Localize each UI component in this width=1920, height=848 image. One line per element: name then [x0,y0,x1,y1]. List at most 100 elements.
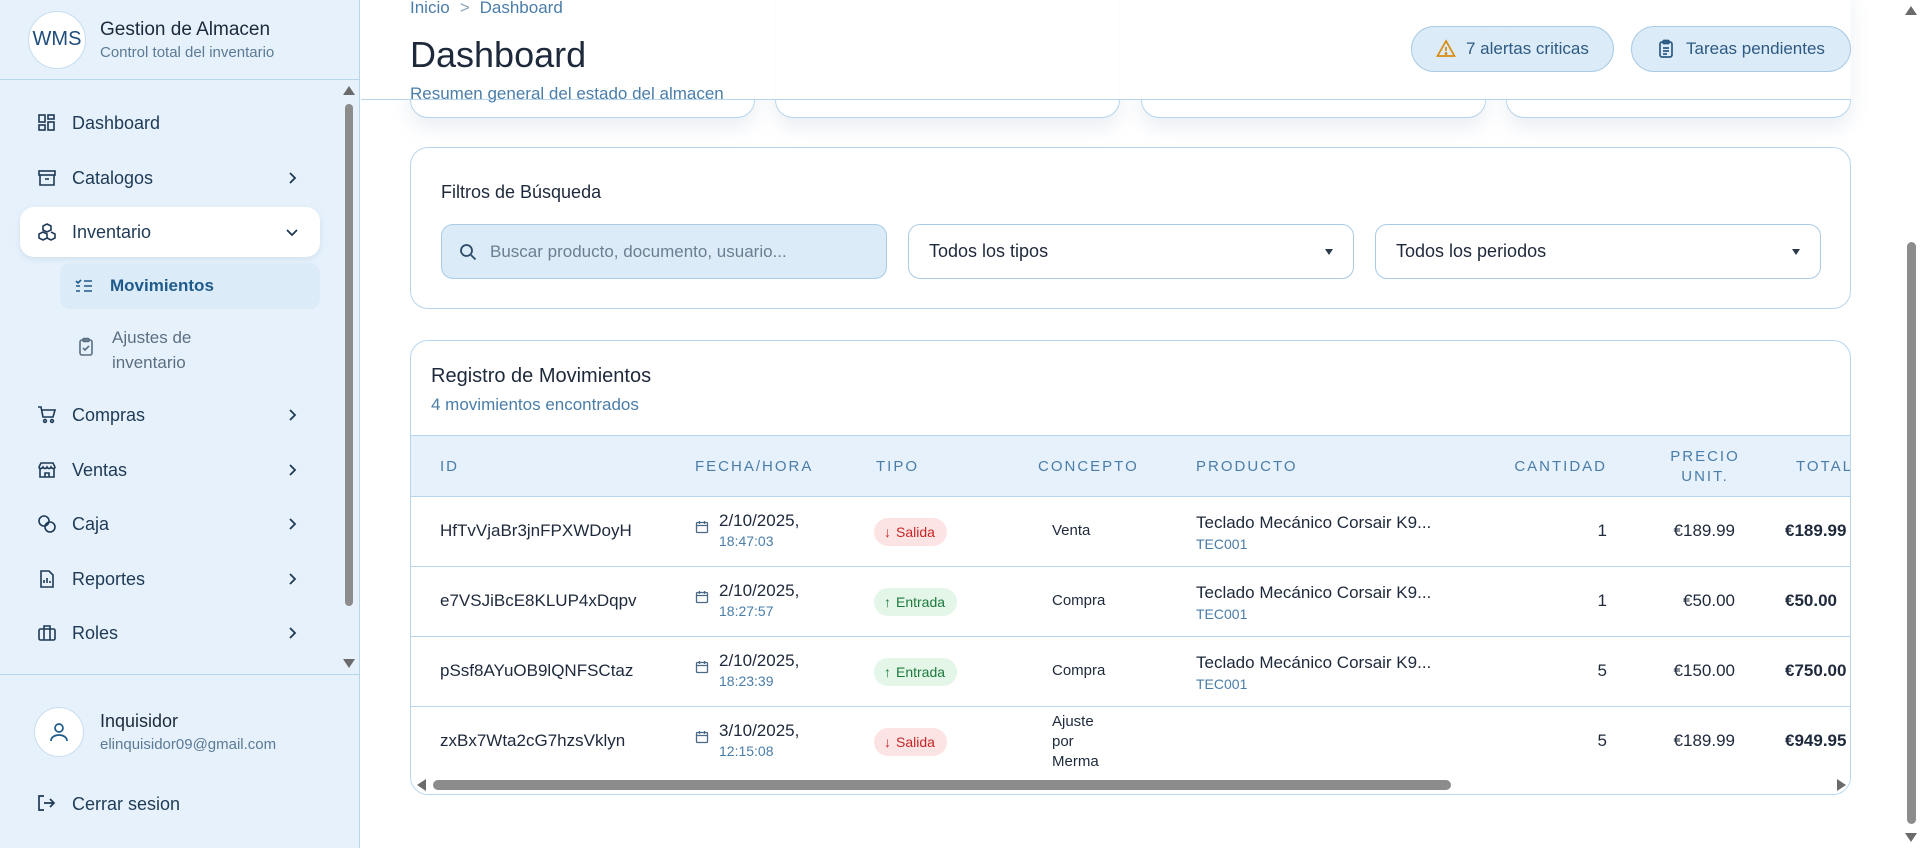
arrow-up-icon: ↑ [884,594,891,610]
sidebar-scrollbar[interactable] [341,80,357,674]
table-row[interactable]: zxBx7Wta2cG7hzsVklyn 3/10/2025, 12:15:08 … [411,707,1850,777]
column-header-concept[interactable]: CONCEPTO [1038,458,1139,475]
user-email: elinquisidor09@gmail.com [100,736,277,753]
row-id: e7VSJiBcE8KLUP4xDqpv [440,591,637,610]
column-header-unit-price[interactable]: PRECIO UNIT. [1665,447,1745,487]
briefcase-icon [36,622,58,644]
store-icon [36,459,58,481]
period-select[interactable]: Todos los periodos [1375,224,1821,279]
row-time: 18:27:57 [719,603,774,619]
search-field[interactable] [441,224,887,279]
sidebar-subitem-label: Movimientos [110,276,214,295]
sidebar-subitem-movimientos[interactable]: Movimientos [60,263,320,309]
status-badge: ↓ Salida [874,518,947,546]
clipboard-check-icon [76,337,98,359]
breadcrumb-home[interactable]: Inicio [410,0,450,17]
column-header-date[interactable]: FECHA/HORA [695,458,813,475]
row-total: €750.00 [1785,661,1847,680]
page-title: Dashboard [410,34,587,75]
caret-down-icon [1325,249,1333,255]
sidebar-item-roles[interactable]: Roles [20,608,320,658]
scroll-up-arrow-icon[interactable] [343,86,355,95]
row-time: 18:23:39 [719,673,774,689]
scroll-up-arrow-icon[interactable] [1905,6,1917,15]
page-subtitle: Resumen general del estado del almacen [410,84,724,103]
logout-icon [36,793,58,815]
row-id: pSsf8AYuOB9lQNFSCtaz [440,661,634,680]
product-code: TEC001 [1196,536,1248,552]
breadcrumb-current[interactable]: Dashboard [480,0,563,17]
sidebar-item-label: Dashboard [72,112,161,133]
row-product: Teclado Mecánico Corsair K9... TEC001 [1196,513,1431,552]
row-product: Teclado Mecánico Corsair K9... TEC001 [1196,653,1431,692]
sidebar-item-label: Ventas [72,459,128,480]
column-header-type[interactable]: TIPO [876,458,919,475]
column-header-product[interactable]: PRODUCTO [1196,458,1298,475]
chevron-right-icon [289,573,297,585]
row-date: 3/10/2025, [719,721,800,740]
sidebar-item-label: Inventario [72,221,152,242]
arrow-down-icon: ↓ [884,524,891,540]
cart-icon [36,404,58,426]
sidebar-item-caja[interactable]: Caja [20,499,320,549]
sidebar: WMS Gestion de Almacen Control total del… [0,0,360,848]
sidebar-item-compras[interactable]: Compras [20,390,320,440]
chevron-right-icon [289,464,297,476]
column-header-id[interactable]: ID [440,458,459,475]
type-select[interactable]: Todos los tipos [908,224,1354,279]
column-header-quantity[interactable]: CANTIDAD [1514,458,1607,475]
row-date: 2/10/2025, [719,581,800,600]
sidebar-item-catalogos[interactable]: Catalogos [20,153,320,203]
sidebar-item-reportes[interactable]: Reportes [20,554,320,604]
table-row[interactable]: e7VSJiBcE8KLUP4xDqpv 2/10/2025, 18:27:57 … [411,567,1850,637]
product-name: Teclado Mecánico Corsair K9... [1196,513,1432,532]
tasks-button[interactable]: Tareas pendientes [1631,26,1851,72]
scroll-down-arrow-icon[interactable] [1905,833,1917,842]
sidebar-scroll-thumb[interactable] [345,104,353,606]
scroll-left-arrow-icon[interactable] [417,779,426,791]
avatar[interactable] [34,707,84,757]
row-quantity: 5 [1597,661,1607,680]
boxes-icon [36,221,58,243]
search-input[interactable] [490,241,870,262]
table-row[interactable]: HfTvVjaBr3jnFPXWDoyH 2/10/2025, 18:47:03 … [411,497,1850,567]
table-title: Registro de Movimientos [431,365,652,387]
table-row[interactable]: pSsf8AYuOB9lQNFSCtaz 2/10/2025, 18:23:39 … [411,637,1850,707]
row-time: 18:47:03 [719,533,774,549]
table-scroll-thumb[interactable] [433,780,1451,790]
sidebar-item-ventas[interactable]: Ventas [20,445,320,495]
warning-icon [1436,39,1456,59]
chevron-right-icon [289,172,297,184]
sidebar-item-label: Caja [72,513,110,534]
sidebar-item-label: Compras [72,404,146,425]
movements-table-card: Registro de Movimientos 4 movimientos en… [410,340,1851,795]
table-count: 4 movimientos encontrados [431,395,639,414]
sidebar-item-inventario[interactable]: Inventario [20,207,320,257]
brand-logo[interactable]: WMS [28,10,86,69]
sidebar-item-label: Reportes [72,568,146,589]
row-datetime: 2/10/2025, 18:47:03 [695,511,799,549]
table-horizontal-scrollbar[interactable] [411,775,1850,794]
period-select-value: Todos los periodos [1396,241,1547,261]
chevron-down-icon [286,229,298,237]
column-header-total[interactable]: TOTAL [1796,458,1850,475]
page-scrollbar[interactable] [1902,0,1920,848]
badge-label: Salida [896,734,935,750]
arrow-down-icon: ↓ [884,734,891,750]
product-code: TEC001 [1196,606,1248,622]
page-scroll-thumb[interactable] [1907,242,1916,824]
row-quantity: 1 [1597,591,1607,610]
list-check-icon [74,276,96,298]
row-date: 2/10/2025, [719,651,800,670]
sidebar-subitem-ajustes[interactable]: Ajustes de inventario [76,325,306,375]
product-code: TEC001 [1196,676,1248,692]
scroll-right-arrow-icon[interactable] [1837,779,1846,791]
alerts-button[interactable]: 7 alertas criticas [1411,26,1614,72]
scroll-down-arrow-icon[interactable] [343,659,355,668]
chevron-right-icon [289,409,297,421]
logout-button[interactable]: Cerrar sesion [36,793,180,815]
sidebar-item-dashboard[interactable]: Dashboard [20,98,320,148]
row-quantity: 5 [1597,731,1607,750]
row-unit-price: €189.99 [1673,521,1735,540]
chevron-right-icon [289,518,297,530]
